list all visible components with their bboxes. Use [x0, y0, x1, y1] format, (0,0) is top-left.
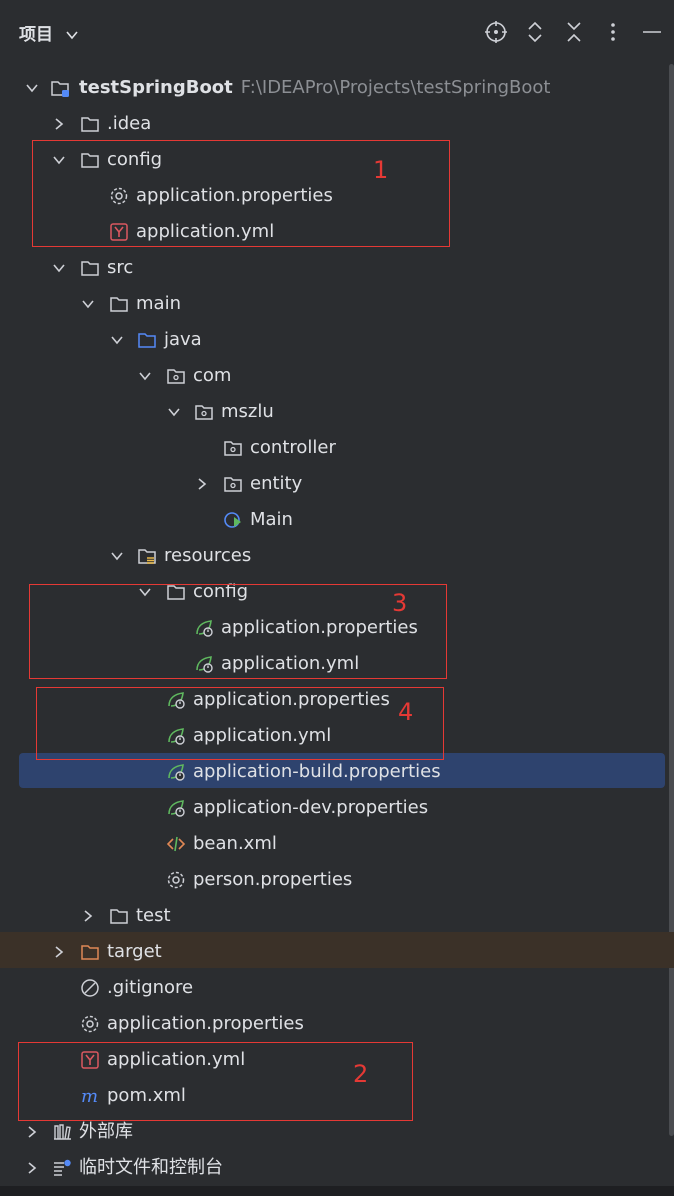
- tree-row-file[interactable]: .gitignore: [0, 970, 674, 1006]
- chevron-right-icon[interactable]: [24, 1124, 40, 1140]
- package-icon: [166, 366, 186, 386]
- tree-row-main[interactable]: main: [0, 286, 674, 322]
- tree-item-label: mszlu: [221, 401, 274, 422]
- tree-row-scratches[interactable]: 临时文件和控制台: [0, 1150, 674, 1186]
- annotation-number-3: 3: [392, 589, 408, 617]
- annotation-box-3: [29, 584, 447, 679]
- chevron-right-icon[interactable]: [51, 116, 67, 132]
- resources-folder-icon: [137, 546, 157, 566]
- source-folder-icon: [137, 330, 157, 350]
- settings-file-icon: [166, 870, 186, 890]
- expand-all-icon[interactable]: [523, 20, 547, 44]
- chevron-right-icon[interactable]: [80, 908, 96, 924]
- tree-row-java[interactable]: java: [0, 322, 674, 358]
- chevron-down-icon[interactable]: [166, 404, 182, 420]
- annotation-number-1: 1: [373, 156, 389, 184]
- more-icon[interactable]: [601, 20, 625, 44]
- tree-row-test[interactable]: test: [0, 898, 674, 934]
- tree-item-label: target: [107, 941, 162, 962]
- tree-item-label: bean.xml: [193, 833, 277, 854]
- tree-item-label: controller: [250, 437, 336, 458]
- tree-row-entity[interactable]: entity: [0, 466, 674, 502]
- chevron-down-icon: [66, 31, 78, 40]
- tree-row-root[interactable]: testSpringBoot F:\IDEAPro\Projects\testSp…: [0, 70, 674, 106]
- chevron-down-icon[interactable]: [137, 368, 153, 384]
- tree-row-target[interactable]: target: [0, 934, 674, 970]
- tree-item-label: .idea: [107, 113, 152, 134]
- chevron-right-icon[interactable]: [51, 944, 67, 960]
- project-panel-header: 项目: [0, 0, 674, 64]
- tree-item-label: entity: [250, 473, 303, 494]
- locate-icon[interactable]: [484, 20, 508, 44]
- settings-file-icon: [80, 1014, 100, 1034]
- tree-item-label: person.properties: [193, 869, 353, 890]
- tree-row-idea[interactable]: .idea: [0, 106, 674, 142]
- tree-item-label: com: [193, 365, 232, 386]
- tree-item-label: application.properties: [107, 1013, 304, 1034]
- tree-row-src[interactable]: src: [0, 250, 674, 286]
- chevron-down-icon[interactable]: [109, 332, 125, 348]
- main-class-icon: [223, 510, 243, 530]
- xml-file-icon: [166, 834, 186, 854]
- tree-row-file[interactable]: application.properties: [0, 1006, 674, 1042]
- tree-item-label: src: [107, 257, 134, 278]
- root-name: testSpringBoot: [79, 77, 233, 98]
- tree-item-label: resources: [164, 545, 252, 566]
- tree-row-file[interactable]: person.properties: [0, 862, 674, 898]
- excluded-folder-icon: [80, 942, 100, 962]
- tree-row-mszlu[interactable]: mszlu: [0, 394, 674, 430]
- root-path: F:\IDEAPro\Projects\testSpringBoot: [240, 77, 551, 98]
- chevron-down-icon[interactable]: [109, 548, 125, 564]
- module-folder-icon: [50, 78, 70, 98]
- package-icon: [223, 438, 243, 458]
- folder-icon: [80, 114, 100, 134]
- panel-title: 项目: [19, 25, 53, 45]
- tree-item-label: test: [136, 905, 171, 926]
- tree-item-label: Main: [250, 509, 293, 530]
- chevron-down-icon[interactable]: [51, 260, 67, 276]
- folder-icon: [109, 294, 129, 314]
- chevron-right-icon[interactable]: [194, 476, 210, 492]
- annotation-box-4: [36, 687, 444, 760]
- tree-row-file[interactable]: bean.xml: [0, 826, 674, 862]
- tree-item-label: java: [164, 329, 202, 350]
- tree-item-label: application-dev.properties: [193, 797, 429, 818]
- panel-title-dropdown[interactable]: 项目: [19, 20, 79, 45]
- tree-row-main-class[interactable]: Main: [0, 502, 674, 538]
- chevron-down-icon[interactable]: [24, 80, 40, 96]
- folder-icon: [109, 906, 129, 926]
- tree-row-file[interactable]: application-dev.properties: [0, 790, 674, 826]
- package-icon: [223, 474, 243, 494]
- tree-row-controller[interactable]: controller: [0, 430, 674, 466]
- annotation-number-4: 4: [398, 698, 414, 726]
- bottom-edge: [0, 1186, 674, 1196]
- spring-config-icon: [166, 762, 186, 782]
- folder-icon: [80, 258, 100, 278]
- annotation-number-2: 2: [353, 1060, 369, 1088]
- tree-item-label: main: [136, 293, 181, 314]
- package-icon: [194, 402, 214, 422]
- tree-row-resources[interactable]: resources: [0, 538, 674, 574]
- ignore-file-icon: [80, 978, 100, 998]
- chevron-right-icon[interactable]: [24, 1160, 40, 1176]
- scratches-icon: [52, 1158, 72, 1178]
- spring-config-icon: [166, 798, 186, 818]
- library-icon: [52, 1122, 72, 1142]
- collapse-all-icon[interactable]: [562, 20, 586, 44]
- minimize-icon[interactable]: [640, 20, 664, 44]
- chevron-down-icon[interactable]: [80, 296, 96, 312]
- tree-item-label: .gitignore: [107, 977, 194, 998]
- tree-item-label: 临时文件和控制台: [79, 1157, 223, 1178]
- tree-row-com[interactable]: com: [0, 358, 674, 394]
